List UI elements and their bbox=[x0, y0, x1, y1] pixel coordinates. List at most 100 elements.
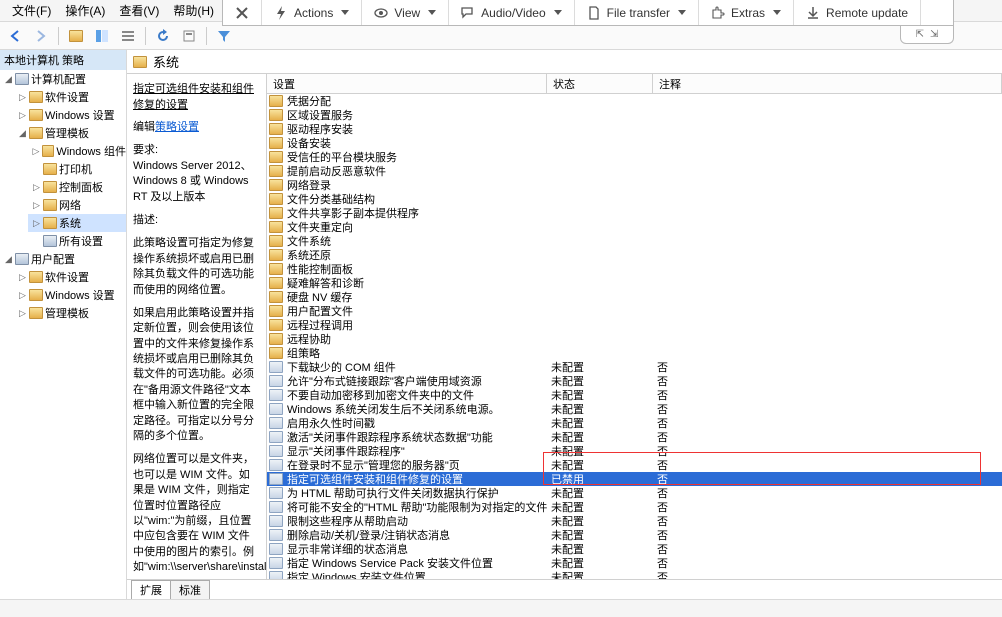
console-tree[interactable]: 本地计算机 策略 ◢计算机配置 ▷软件设置 ▷Windows 设置 ◢管理模板 … bbox=[0, 50, 127, 599]
list-folder-row[interactable]: 驱动程序安装 bbox=[267, 122, 1002, 136]
list-folder-row[interactable]: 网络登录 bbox=[267, 178, 1002, 192]
list-folder-row[interactable]: 文件夹重定向 bbox=[267, 220, 1002, 234]
properties-button[interactable] bbox=[178, 25, 200, 47]
content-header: 系统 bbox=[127, 50, 1002, 74]
tree-label: 所有设置 bbox=[59, 233, 103, 249]
workspace: 本地计算机 策略 ◢计算机配置 ▷软件设置 ▷Windows 设置 ◢管理模板 … bbox=[0, 50, 1002, 599]
show-hide-tree-button[interactable] bbox=[91, 25, 113, 47]
list-folder-row[interactable]: 远程协助 bbox=[267, 332, 1002, 346]
menu-view[interactable]: 查看(V) bbox=[113, 0, 165, 21]
tree-user-software[interactable]: ▷软件设置 bbox=[14, 268, 126, 286]
export-list-button[interactable] bbox=[117, 25, 139, 47]
list-folder-row[interactable]: 组策略 bbox=[267, 346, 1002, 360]
column-note[interactable]: 注释 bbox=[653, 74, 1002, 93]
actions-menu-button[interactable]: Actions bbox=[262, 0, 362, 25]
folder-icon bbox=[269, 137, 283, 149]
description-label: 描述: bbox=[133, 214, 158, 226]
menu-file[interactable]: 文件(F) bbox=[6, 0, 57, 21]
list-policy-row[interactable]: 删除启动/关机/登录/注销状态消息未配置否 bbox=[267, 528, 1002, 542]
tree-user-config[interactable]: ◢用户配置 bbox=[0, 250, 126, 268]
list-folder-row[interactable]: 文件系统 bbox=[267, 234, 1002, 248]
extras-menu-button[interactable]: Extras bbox=[699, 0, 794, 25]
list-folder-row[interactable]: 区域设置服务 bbox=[267, 108, 1002, 122]
list-body[interactable]: 凭据分配区域设置服务驱动程序安装设备安装受信任的平台模块服务提前启动反恶意软件网… bbox=[267, 94, 1002, 579]
list-folder-row[interactable]: 系统还原 bbox=[267, 248, 1002, 262]
audio-video-menu-button[interactable]: Audio/Video bbox=[449, 0, 575, 25]
back-button[interactable] bbox=[4, 25, 26, 47]
tree-windows-components[interactable]: ▷Windows 组件 bbox=[28, 142, 126, 160]
list-folder-row[interactable]: 受信任的平台模块服务 bbox=[267, 150, 1002, 164]
remote-update-button[interactable]: Remote update bbox=[794, 0, 921, 25]
separator bbox=[206, 27, 207, 45]
folder-icon bbox=[269, 193, 283, 205]
tree-computer-config[interactable]: ◢计算机配置 bbox=[0, 70, 126, 88]
config-icon bbox=[15, 73, 29, 85]
tree-windows-settings[interactable]: ▷Windows 设置 bbox=[14, 106, 126, 124]
policy-icon bbox=[269, 557, 283, 569]
folder-up-icon bbox=[69, 30, 83, 42]
tree-label: 计算机配置 bbox=[31, 71, 86, 87]
list-folder-row[interactable]: 设备安装 bbox=[267, 136, 1002, 150]
chevron-down-icon bbox=[678, 10, 686, 15]
list-policy-row[interactable]: 激活"关闭事件跟踪程序系统状态数据"功能未配置否 bbox=[267, 430, 1002, 444]
config-icon bbox=[15, 253, 29, 265]
list-policy-row[interactable]: 允许"分布式链接跟踪"客户端使用域资源未配置否 bbox=[267, 374, 1002, 388]
column-name[interactable]: 设置 bbox=[267, 74, 547, 93]
list-folder-row[interactable]: 硬盘 NV 缓存 bbox=[267, 290, 1002, 304]
tree-icon bbox=[95, 29, 109, 43]
tree-all-settings[interactable]: ▷所有设置 bbox=[28, 232, 126, 250]
list-policy-row[interactable]: 启用永久性时间戳未配置否 bbox=[267, 416, 1002, 430]
list-folder-row[interactable]: 用户配置文件 bbox=[267, 304, 1002, 318]
tree-software-settings[interactable]: ▷软件设置 bbox=[14, 88, 126, 106]
forward-button[interactable] bbox=[30, 25, 52, 47]
list-folder-row[interactable]: 文件分类基础结构 bbox=[267, 192, 1002, 206]
menu-action[interactable]: 操作(A) bbox=[59, 0, 111, 21]
list-folder-row[interactable]: 远程过程调用 bbox=[267, 318, 1002, 332]
tab-extended[interactable]: 扩展 bbox=[131, 580, 171, 599]
list-policy-row[interactable]: 指定可选组件安装和组件修复的设置已禁用否 bbox=[267, 472, 1002, 486]
filter-button[interactable] bbox=[213, 25, 235, 47]
minimize-icon: ⇱ bbox=[916, 29, 924, 40]
folder-icon bbox=[29, 109, 43, 121]
toolbar-pin-tab[interactable]: ⇱ ⇲ bbox=[900, 26, 954, 44]
column-state[interactable]: 状态 bbox=[547, 74, 653, 93]
tree-label: Windows 组件 bbox=[56, 143, 126, 159]
content-body: 指定可选组件安装和组件修复的设置 编辑策略设置 要求:Windows Serve… bbox=[127, 74, 1002, 579]
list-folder-row[interactable]: 疑难解答和诊断 bbox=[267, 276, 1002, 290]
file-transfer-label: File transfer bbox=[607, 6, 670, 20]
list-policy-row[interactable]: 显示非常详细的状态消息未配置否 bbox=[267, 542, 1002, 556]
close-session-button[interactable] bbox=[223, 0, 262, 25]
list-policy-row[interactable]: 指定 Windows Service Pack 安装文件位置未配置否 bbox=[267, 556, 1002, 570]
list-policy-row[interactable]: Windows 系统关闭发生后不关闭系统电源。未配置否 bbox=[267, 402, 1002, 416]
list-folder-row[interactable]: 文件共享影子副本提供程序 bbox=[267, 206, 1002, 220]
tree-control-panel[interactable]: ▷控制面板 bbox=[28, 178, 126, 196]
list-policy-row[interactable]: 为 HTML 帮助可执行文件关闭数据执行保护未配置否 bbox=[267, 486, 1002, 500]
tree-user-admin[interactable]: ▷管理模板 bbox=[14, 304, 126, 322]
tab-standard[interactable]: 标准 bbox=[170, 580, 210, 599]
tree-root-label[interactable]: 本地计算机 策略 bbox=[0, 50, 126, 70]
file-transfer-menu-button[interactable]: File transfer bbox=[575, 0, 699, 25]
tree-user-windows[interactable]: ▷Windows 设置 bbox=[14, 286, 126, 304]
description-p3: 网络位置可以是文件夹，也可以是 WIM 文件。如果是 WIM 文件，则指定位置时… bbox=[133, 452, 260, 575]
tree-label: 软件设置 bbox=[45, 89, 89, 105]
list-policy-row[interactable]: 指定 Windows 安装文件位置未配置否 bbox=[267, 570, 1002, 579]
list-policy-row[interactable]: 下载缺少的 COM 组件未配置否 bbox=[267, 360, 1002, 374]
menu-help[interactable]: 帮助(H) bbox=[167, 0, 220, 21]
view-menu-button[interactable]: View bbox=[362, 0, 449, 25]
list-policy-row[interactable]: 将可能不安全的"HTML 帮助"功能限制为对指定的文件夹起...未配置否 bbox=[267, 500, 1002, 514]
tree-label: 打印机 bbox=[59, 161, 92, 177]
list-policy-row[interactable]: 限制这些程序从帮助启动未配置否 bbox=[267, 514, 1002, 528]
list-folder-row[interactable]: 提前启动反恶意软件 bbox=[267, 164, 1002, 178]
tree-admin-templates[interactable]: ◢管理模板 bbox=[14, 124, 126, 142]
list-folder-row[interactable]: 凭据分配 bbox=[267, 94, 1002, 108]
list-policy-row[interactable]: 不要自动加密移到加密文件夹中的文件未配置否 bbox=[267, 388, 1002, 402]
refresh-button[interactable] bbox=[152, 25, 174, 47]
up-level-button[interactable] bbox=[65, 25, 87, 47]
list-folder-row[interactable]: 性能控制面板 bbox=[267, 262, 1002, 276]
edit-policy-link[interactable]: 策略设置 bbox=[155, 121, 199, 133]
tree-system[interactable]: ▷系统 bbox=[28, 214, 126, 232]
list-policy-row[interactable]: 显示"关闭事件跟踪程序"未配置否 bbox=[267, 444, 1002, 458]
list-policy-row[interactable]: 在登录时不显示"管理您的服务器"页未配置否 bbox=[267, 458, 1002, 472]
tree-printers[interactable]: ▷打印机 bbox=[28, 160, 126, 178]
tree-network[interactable]: ▷网络 bbox=[28, 196, 126, 214]
